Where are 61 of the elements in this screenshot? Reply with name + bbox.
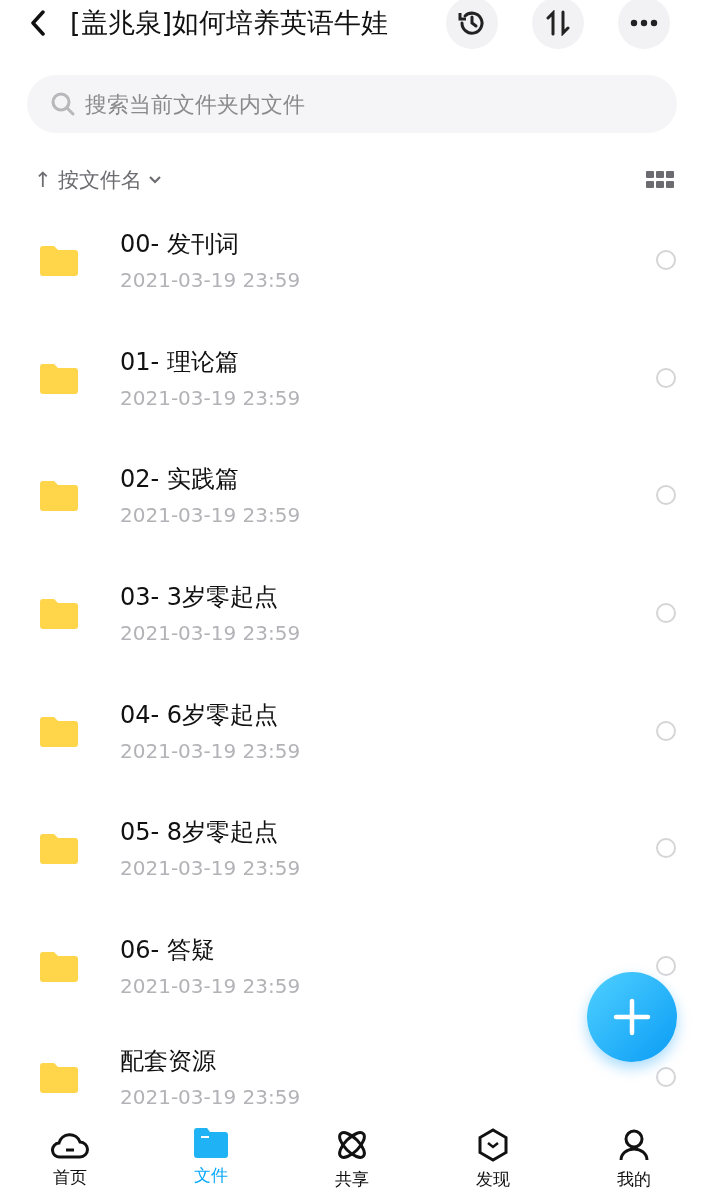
folder-row[interactable]: 02- 实践篇 2021-03-19 23:59 bbox=[0, 436, 704, 555]
plus-icon bbox=[613, 998, 651, 1036]
more-button[interactable] bbox=[618, 0, 670, 49]
folder-icon bbox=[40, 479, 78, 512]
modified-date: 2021-03-19 23:59 bbox=[120, 267, 302, 292]
folder-row[interactable]: 06- 答疑 2021-03-19 23:59 bbox=[0, 907, 704, 1025]
nav-tab[interactable]: 我的 bbox=[563, 1124, 704, 1200]
modified-date: 2021-03-19 23:59 bbox=[120, 620, 302, 645]
folder-row[interactable]: 00- 发刊词 2021-03-19 23:59 bbox=[0, 201, 704, 319]
folder-row[interactable]: 01- 理论篇 2021-03-19 23:59 bbox=[0, 318, 704, 437]
sort-button[interactable]: ↑ 按文件名 bbox=[34, 166, 162, 194]
sort-order-button[interactable] bbox=[532, 0, 584, 49]
nav-tab[interactable]: 共享 bbox=[281, 1124, 423, 1200]
hexagon-icon bbox=[476, 1128, 509, 1162]
grid-view-icon[interactable] bbox=[646, 171, 674, 189]
modified-date: 2021-03-19 23:59 bbox=[120, 385, 302, 410]
folder-row[interactable]: 配套资源 2021-03-19 23:59 bbox=[0, 1024, 704, 1121]
folder-icon bbox=[40, 596, 78, 629]
folder-name: 01- 理论篇 bbox=[120, 346, 240, 378]
folder-title: [盖兆泉]如何培养英语牛娃 bbox=[70, 5, 390, 40]
folder-name: 配套资源 bbox=[120, 1045, 217, 1077]
modified-date: 2021-03-19 23:59 bbox=[120, 1084, 302, 1109]
search-field[interactable]: 搜索当前文件夹内文件 bbox=[27, 75, 677, 133]
folder-name: 05- 8岁零起点 bbox=[120, 817, 280, 849]
select-checkbox[interactable] bbox=[656, 955, 676, 976]
modified-date: 2021-03-19 23:59 bbox=[120, 503, 302, 528]
chevron-down-icon bbox=[147, 175, 162, 185]
folder-icon bbox=[40, 243, 78, 276]
select-checkbox[interactable] bbox=[656, 602, 676, 623]
select-checkbox[interactable] bbox=[656, 1066, 676, 1087]
history-button[interactable] bbox=[446, 0, 498, 49]
add-button[interactable] bbox=[587, 972, 677, 1062]
modified-date: 2021-03-19 23:59 bbox=[120, 738, 302, 763]
folder-row[interactable]: 03- 3岁零起点 2021-03-19 23:59 bbox=[0, 554, 704, 672]
more-icon bbox=[630, 18, 658, 27]
folder-icon bbox=[194, 1128, 229, 1158]
folder-icon bbox=[40, 361, 78, 394]
folder-icon bbox=[40, 832, 78, 865]
select-checkbox[interactable] bbox=[656, 720, 676, 741]
nav-tab[interactable]: 发现 bbox=[422, 1124, 564, 1200]
folder-icon bbox=[40, 714, 78, 747]
modified-date: 2021-03-19 23:59 bbox=[120, 973, 302, 998]
select-checkbox[interactable] bbox=[656, 249, 676, 270]
folder-name: 04- 6岁零起点 bbox=[120, 699, 280, 731]
select-checkbox[interactable] bbox=[656, 485, 676, 506]
select-checkbox[interactable] bbox=[656, 367, 676, 388]
folder-icon bbox=[40, 1060, 78, 1093]
person-icon bbox=[617, 1128, 650, 1162]
folder-name: 03- 3岁零起点 bbox=[120, 581, 280, 613]
back-icon[interactable] bbox=[30, 9, 46, 36]
nav-tab[interactable]: 首页 bbox=[0, 1124, 141, 1200]
folder-name: 02- 实践篇 bbox=[120, 464, 240, 496]
select-checkbox[interactable] bbox=[656, 838, 676, 859]
folder-icon bbox=[40, 949, 78, 982]
modified-date: 2021-03-19 23:59 bbox=[120, 856, 302, 881]
folder-row[interactable]: 05- 8岁零起点 2021-03-19 23:59 bbox=[0, 789, 704, 908]
folder-name: 00- 发刊词 bbox=[120, 228, 240, 260]
folder-row[interactable]: 04- 6岁零起点 2021-03-19 23:59 bbox=[0, 671, 704, 790]
folder-name: 06- 答疑 bbox=[120, 934, 216, 966]
search-icon bbox=[51, 92, 75, 116]
orbit-icon bbox=[335, 1128, 369, 1162]
